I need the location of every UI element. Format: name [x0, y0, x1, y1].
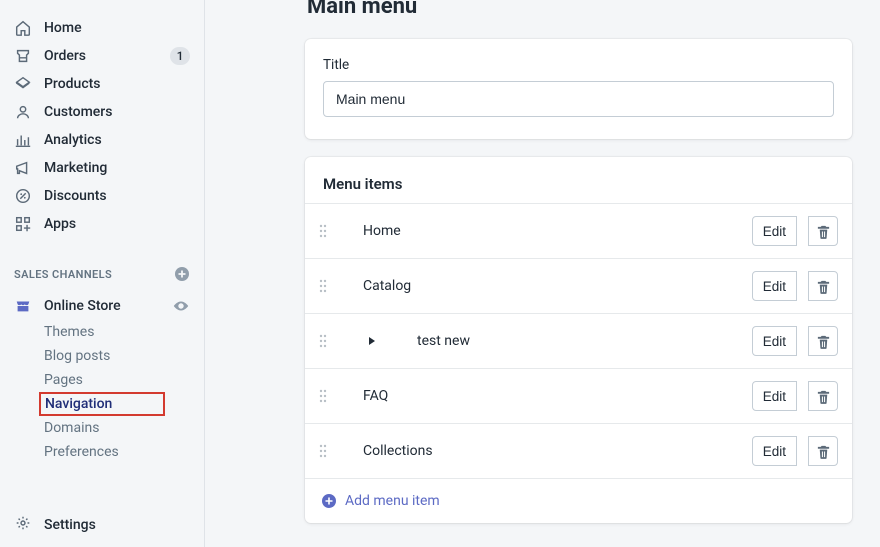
drag-handle-icon[interactable]	[319, 224, 327, 238]
drag-handle-icon[interactable]	[319, 444, 327, 458]
subnav-item-blog-posts[interactable]: Blog posts	[44, 344, 204, 368]
title-card: Title	[305, 39, 852, 139]
menu-items-header: Menu items	[305, 157, 852, 203]
drag-handle-icon[interactable]	[319, 279, 327, 293]
menu-item-label: test new	[417, 333, 740, 349]
edit-button[interactable]: Edit	[752, 436, 797, 466]
sidebar-item-online-store[interactable]: Online Store	[0, 292, 204, 320]
title-input[interactable]	[323, 81, 834, 117]
products-icon	[14, 75, 32, 93]
menu-item-label: FAQ	[363, 388, 740, 404]
nav-label: Orders	[44, 48, 158, 64]
discounts-icon	[14, 187, 32, 205]
menu-item-row: test new Edit	[305, 313, 852, 368]
sidebar-item-settings[interactable]: Settings	[0, 503, 204, 547]
add-channel-icon[interactable]	[174, 266, 190, 282]
subnav-item-preferences[interactable]: Preferences	[44, 440, 204, 464]
plus-circle-icon	[321, 493, 337, 509]
subnav: Domains Preferences	[0, 416, 204, 464]
title-field-label: Title	[323, 57, 834, 73]
drag-handle-icon[interactable]	[319, 389, 327, 403]
edit-button[interactable]: Edit	[752, 216, 797, 246]
add-menu-item-button[interactable]: Add menu item	[305, 478, 852, 523]
customers-icon	[14, 103, 32, 121]
subnav-item-domains[interactable]: Domains	[44, 416, 204, 440]
sidebar-item-home[interactable]: Home	[0, 14, 204, 42]
nav-label: Products	[44, 76, 190, 92]
sidebar-item-apps[interactable]: Apps	[0, 210, 204, 238]
main-content: Main menu Title Menu items Home Edit Cat…	[205, 0, 880, 547]
nav-label: Customers	[44, 104, 190, 120]
sidebar-item-orders[interactable]: Orders 1	[0, 42, 204, 70]
nav-label: Home	[44, 20, 190, 36]
section-label: SALES CHANNELS	[14, 268, 112, 281]
nav-label: Marketing	[44, 160, 190, 176]
expand-caret-icon[interactable]	[367, 336, 377, 346]
menu-item-row: Catalog Edit	[305, 258, 852, 313]
menu-item-row: Home Edit	[305, 203, 852, 258]
subnav-item-pages[interactable]: Pages	[44, 368, 204, 392]
home-icon	[14, 19, 32, 37]
apps-icon	[14, 215, 32, 233]
subnav: Themes Blog posts Pages	[0, 320, 204, 392]
edit-button[interactable]: Edit	[752, 326, 797, 356]
menu-item-row: FAQ Edit	[305, 368, 852, 423]
subnav-item-label: Navigation	[45, 396, 112, 412]
nav-label: Discounts	[44, 188, 190, 204]
sidebar: Home Orders 1 Products Customers Analyti…	[0, 0, 205, 547]
menu-item-label: Catalog	[363, 278, 740, 294]
analytics-icon	[14, 131, 32, 149]
subnav-item-themes[interactable]: Themes	[44, 320, 204, 344]
menu-items-card: Menu items Home Edit Catalog Edit	[305, 157, 852, 523]
edit-button[interactable]: Edit	[752, 271, 797, 301]
subnav-item-navigation[interactable]: Navigation	[39, 392, 165, 416]
marketing-icon	[14, 159, 32, 177]
sidebar-item-products[interactable]: Products	[0, 70, 204, 98]
delete-button[interactable]	[808, 381, 838, 411]
delete-button[interactable]	[808, 326, 838, 356]
nav-label: Online Store	[44, 298, 160, 314]
sidebar-item-analytics[interactable]: Analytics	[0, 126, 204, 154]
nav-label: Apps	[44, 216, 190, 232]
gear-icon	[14, 514, 32, 536]
delete-button[interactable]	[808, 436, 838, 466]
edit-button[interactable]: Edit	[752, 381, 797, 411]
sidebar-item-discounts[interactable]: Discounts	[0, 182, 204, 210]
section-header: SALES CHANNELS	[0, 264, 204, 284]
store-icon	[14, 297, 32, 315]
menu-item-label: Collections	[363, 443, 740, 459]
drag-handle-icon[interactable]	[319, 334, 327, 348]
orders-badge: 1	[170, 47, 190, 65]
menu-item-label: Home	[363, 223, 740, 239]
nav-label: Analytics	[44, 132, 190, 148]
eye-icon[interactable]	[172, 297, 190, 315]
orders-icon	[14, 47, 32, 65]
sidebar-item-customers[interactable]: Customers	[0, 98, 204, 126]
page-title: Main menu	[307, 0, 852, 19]
settings-label: Settings	[44, 517, 96, 533]
sidebar-item-marketing[interactable]: Marketing	[0, 154, 204, 182]
menu-item-row: Collections Edit	[305, 423, 852, 478]
delete-button[interactable]	[808, 271, 838, 301]
add-menu-item-label: Add menu item	[345, 493, 440, 509]
delete-button[interactable]	[808, 216, 838, 246]
